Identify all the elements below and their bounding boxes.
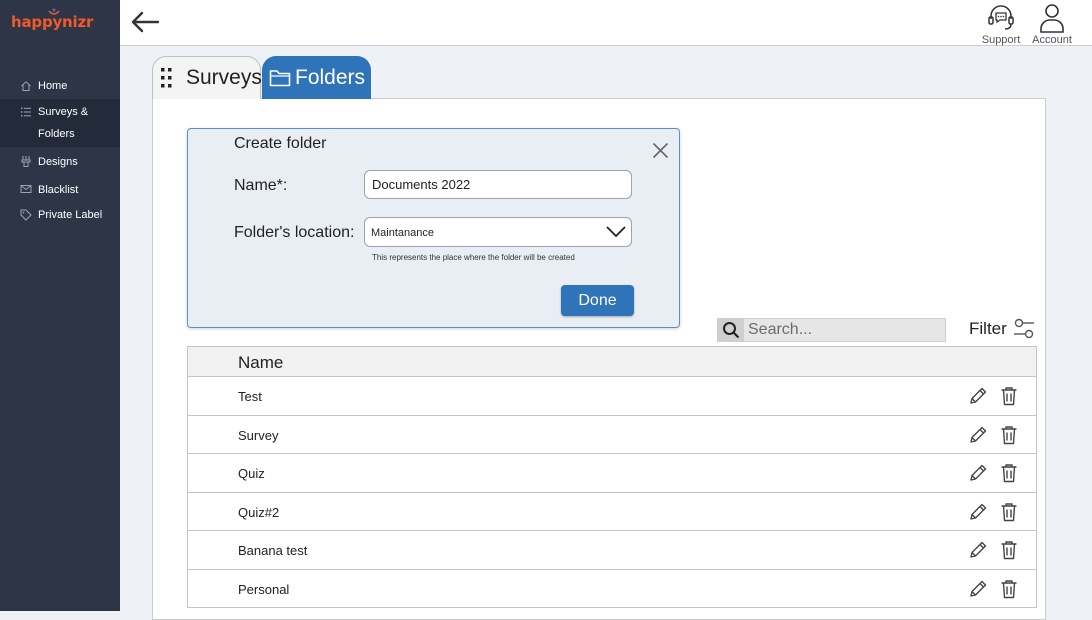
search-box [717,318,946,342]
edit-pencil-icon[interactable] [968,579,988,599]
edit-pencil-icon[interactable] [968,386,988,406]
delete-trash-icon[interactable] [1000,463,1018,483]
name-label: Name*: [234,177,288,194]
table-row[interactable]: Quiz#2 [187,492,1037,531]
location-selected-value: Maintanance [371,227,434,239]
account-button[interactable]: Account [1030,2,1074,46]
table-row[interactable]: Banana test [187,531,1037,570]
create-folder-dialog: Create folder Name*: Folder's location: … [187,128,680,328]
folder-name-cell: Personal [238,581,290,597]
sidebar-item-private-label[interactable]: Private Label [0,204,120,226]
tab-label: Folders [295,65,366,89]
list-icon [153,67,186,89]
folder-name-cell: Quiz#2 [238,504,280,520]
search-icon[interactable] [718,319,744,341]
delete-trash-icon[interactable] [1000,579,1018,599]
search-input[interactable] [748,319,938,341]
sidebar-item-label: Home [38,80,68,92]
close-icon[interactable] [652,142,669,159]
folder-icon [262,68,295,88]
headset-icon [979,2,1023,34]
delete-trash-icon[interactable] [1000,540,1018,560]
sidebar-item-surveys-folders[interactable]: Surveys & Folders [0,99,120,147]
tab-folders[interactable]: Folders [262,56,371,99]
sidebar-item-label: Surveys & [38,106,89,118]
folder-name-input[interactable] [364,170,632,199]
sidebar-item-blacklist[interactable]: Blacklist [0,179,120,201]
edit-pencil-icon[interactable] [968,463,988,483]
edit-pencil-icon[interactable] [968,502,988,522]
logo-smile-icon [48,8,60,16]
done-button[interactable]: Done [561,285,634,316]
tag-icon [20,209,32,221]
location-hint: This represents the place where the fold… [372,253,575,262]
dialog-title: Create folder [234,135,327,152]
edit-pencil-icon[interactable] [968,425,988,445]
table-row[interactable]: Survey [187,415,1037,454]
home-icon [20,80,32,92]
user-icon [1030,2,1074,34]
edit-pencil-icon[interactable] [968,540,988,560]
table-row[interactable]: Personal [187,569,1037,608]
top-bar: Support Account [120,0,1092,46]
tab-label: Surveys [186,66,262,89]
sidebar-item-designs[interactable]: Designs [0,151,120,173]
folder-name-cell: Quiz [238,466,265,481]
support-button[interactable]: Support [979,2,1023,46]
app-logo[interactable]: happynizr [11,8,93,32]
location-label: Folder's location: [234,224,355,241]
filter-label: Filter [969,319,1007,338]
folders-table: Name Test Survey Quiz Quiz#2 Banana test Pers… [187,346,1037,608]
table-row[interactable]: Quiz [187,454,1037,493]
account-label: Account [1032,34,1072,46]
folder-name-cell: Survey [238,427,279,443]
folder-name-cell: Banana test [238,543,308,558]
tab-surveys[interactable]: Surveys [152,56,262,99]
list-icon [20,106,32,118]
designs-icon [20,155,32,168]
support-label: Support [981,34,1021,46]
folder-name-cell: Test [238,389,262,404]
filter-button[interactable]: Filter [969,318,1035,340]
sidebar-item-label: Designs [38,156,78,168]
delete-trash-icon[interactable] [1000,386,1018,406]
sidebar-item-label: Private Label [38,209,103,221]
sidebar-item-home[interactable]: Home [0,75,120,97]
delete-trash-icon[interactable] [1000,425,1018,445]
column-header-name[interactable]: Name [238,353,283,373]
mail-icon [20,184,32,194]
filter-sliders-icon [1007,318,1035,340]
table-header: Name [187,346,1037,377]
back-arrow-icon[interactable] [130,10,160,34]
sidebar-item-label: Blacklist [38,184,79,196]
table-row[interactable]: Test [187,377,1037,416]
sidebar: happynizr Home Surveys & Folders Designs… [0,0,120,611]
sidebar-item-label-line2: Folders [38,128,75,140]
folder-location-select[interactable]: Maintanance [364,217,632,247]
delete-trash-icon[interactable] [1000,502,1018,522]
